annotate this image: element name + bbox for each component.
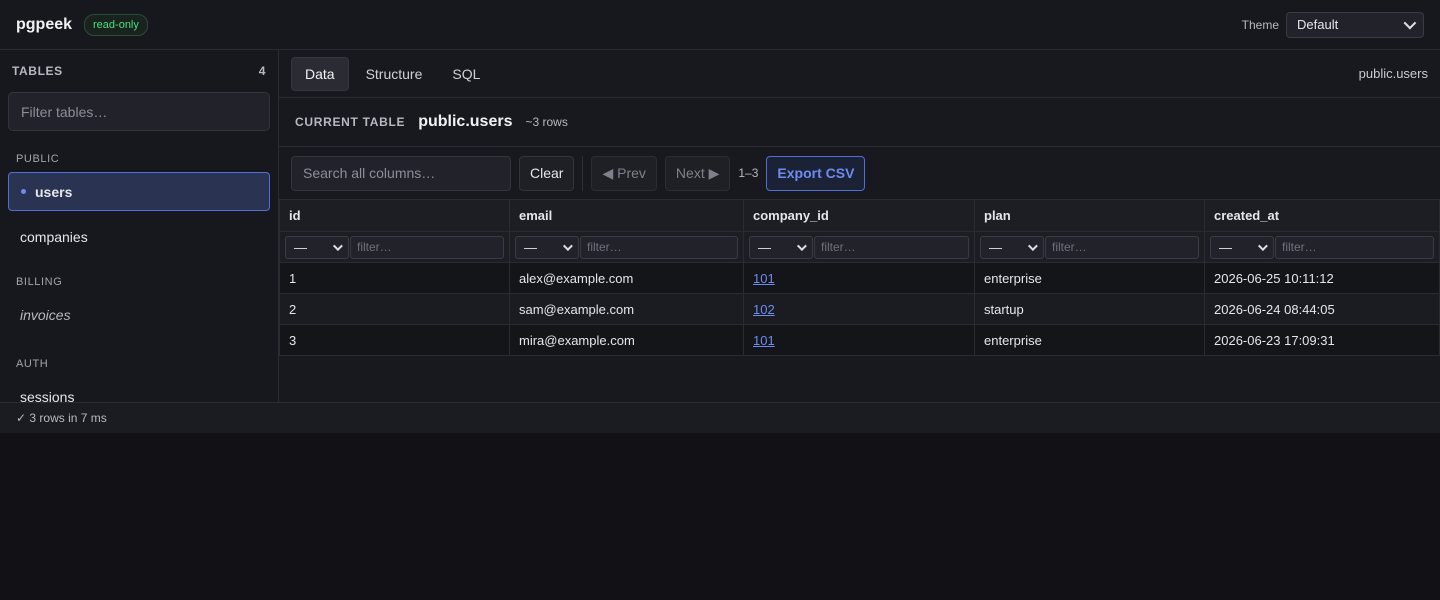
sidebar-item-label: users bbox=[35, 183, 73, 200]
filter-operator-value: — bbox=[1219, 239, 1232, 255]
current-table-name: public.users bbox=[418, 113, 513, 130]
table-header-row: id email company_id plan created_at bbox=[279, 199, 1440, 232]
cell-created-at: 2026-06-24 08:44:05 bbox=[1204, 293, 1440, 325]
chevron-down-icon bbox=[796, 240, 807, 251]
column-filter-input[interactable]: filter… bbox=[580, 235, 738, 259]
filter-operator-value: — bbox=[524, 239, 537, 255]
active-dot-icon bbox=[21, 189, 26, 194]
cell-id: 3 bbox=[279, 324, 510, 356]
sidebar-item-label: companies bbox=[20, 228, 88, 245]
column-header-plan[interactable]: plan bbox=[974, 199, 1205, 232]
sidebar-item-label: sessions bbox=[20, 388, 75, 405]
toolbar: Search all columns… Clear ◀ Prev Next ▶ … bbox=[279, 147, 1440, 199]
cell-email: mira@example.com bbox=[509, 324, 744, 356]
tab-bar: Data Structure SQL public.users bbox=[279, 50, 1440, 98]
tables-title: TABLES bbox=[12, 64, 63, 78]
group-label-auth: AUTH bbox=[16, 358, 49, 370]
chevron-down-icon bbox=[1403, 16, 1417, 30]
chevron-down-icon bbox=[1027, 240, 1038, 251]
cell-created-at: 2026-06-25 10:11:12 bbox=[1204, 262, 1440, 294]
export-csv-button[interactable]: Export CSV bbox=[766, 155, 866, 191]
sidebar-item-invoices[interactable]: invoices bbox=[8, 295, 270, 334]
sidebar: TABLES 4 Filter tables… PUBLIC users com… bbox=[0, 50, 279, 405]
filter-operator-select[interactable]: — bbox=[1210, 235, 1274, 259]
table-row: 2 sam@example.com 102 startup 2026-06-24… bbox=[279, 293, 1440, 325]
main-panel: Data Structure SQL public.users CURRENT … bbox=[279, 50, 1440, 402]
cell-id: 1 bbox=[279, 262, 510, 294]
filter-tables-input[interactable]: Filter tables… bbox=[8, 92, 270, 131]
tab-data[interactable]: Data bbox=[291, 56, 349, 91]
prev-button[interactable]: ◀ Prev bbox=[591, 155, 657, 191]
read-only-badge: read-only bbox=[84, 13, 148, 36]
tab-structure[interactable]: Structure bbox=[353, 58, 436, 90]
current-table-label: CURRENT TABLE bbox=[295, 115, 406, 129]
filter-operator-select[interactable]: — bbox=[515, 235, 579, 259]
column-header-id[interactable]: id bbox=[279, 199, 510, 232]
table-row: 1 alex@example.com 101 enterprise 2026-0… bbox=[279, 262, 1440, 294]
filter-row: — filter… — filter… — filter… — filter… — fil… bbox=[279, 231, 1440, 263]
column-filter-input[interactable]: filter… bbox=[1275, 235, 1434, 259]
sidebar-item-companies[interactable]: companies bbox=[8, 217, 270, 256]
theme-select[interactable]: Default bbox=[1286, 11, 1424, 38]
filter-operator-value: — bbox=[294, 239, 307, 255]
filter-operator-value: — bbox=[758, 239, 771, 255]
company-id-link[interactable]: 101 bbox=[753, 333, 775, 348]
column-header-created-at[interactable]: created_at bbox=[1204, 199, 1440, 232]
app-window: pgpeek read-only Theme Default TABLES 4 … bbox=[0, 0, 1440, 433]
theme-label: Theme bbox=[1241, 17, 1279, 32]
current-table-path: public.users bbox=[1358, 66, 1428, 81]
column-header-company-id[interactable]: company_id bbox=[743, 199, 975, 232]
status-text: ✓ 3 rows in 7 ms bbox=[16, 411, 107, 425]
filter-operator-value: — bbox=[989, 239, 1002, 255]
column-filter-input[interactable]: filter… bbox=[350, 235, 504, 259]
column-filter-input[interactable]: filter… bbox=[814, 235, 969, 259]
app-name: pgpeek bbox=[16, 15, 73, 33]
current-table-bar: CURRENT TABLE public.users ~3 rows bbox=[279, 98, 1440, 147]
row-estimate: ~3 rows bbox=[525, 115, 568, 129]
company-id-link[interactable]: 101 bbox=[753, 271, 775, 286]
filter-operator-select[interactable]: — bbox=[749, 235, 813, 259]
cell-created-at: 2026-06-23 17:09:31 bbox=[1204, 324, 1440, 356]
chevron-down-icon bbox=[562, 240, 573, 251]
clear-button[interactable]: Clear bbox=[519, 155, 575, 191]
toolbar-divider bbox=[582, 155, 584, 191]
tables-header: TABLES 4 bbox=[8, 50, 270, 92]
search-input[interactable]: Search all columns… bbox=[291, 155, 511, 191]
column-header-email[interactable]: email bbox=[509, 199, 744, 232]
cell-email: alex@example.com bbox=[509, 262, 744, 294]
cell-plan: startup bbox=[974, 293, 1205, 325]
sidebar-item-label: invoices bbox=[20, 306, 71, 323]
chevron-down-icon bbox=[332, 240, 343, 251]
tab-sql[interactable]: SQL bbox=[439, 58, 493, 90]
table-row: 3 mira@example.com 101 enterprise 2026-0… bbox=[279, 324, 1440, 356]
theme-select-value: Default bbox=[1297, 17, 1339, 32]
group-label-billing: BILLING bbox=[16, 276, 63, 288]
top-bar: pgpeek read-only Theme Default bbox=[0, 0, 1440, 50]
sidebar-item-users[interactable]: users bbox=[8, 172, 270, 211]
column-filter-input[interactable]: filter… bbox=[1045, 235, 1199, 259]
company-id-link[interactable]: 102 bbox=[753, 302, 775, 317]
filter-operator-select[interactable]: — bbox=[285, 235, 349, 259]
next-button[interactable]: Next ▶ bbox=[664, 155, 731, 191]
data-table: id email company_id plan created_at — fil… bbox=[279, 199, 1440, 356]
page-range: 1–3 bbox=[738, 166, 759, 180]
filter-operator-select[interactable]: — bbox=[980, 235, 1044, 259]
cell-plan: enterprise bbox=[974, 324, 1205, 356]
cell-id: 2 bbox=[279, 293, 510, 325]
cell-plan: enterprise bbox=[974, 262, 1205, 294]
chevron-down-icon bbox=[1257, 240, 1268, 251]
tables-count: 4 bbox=[258, 64, 266, 78]
cell-email: sam@example.com bbox=[509, 293, 744, 325]
group-label-public: PUBLIC bbox=[16, 153, 60, 165]
